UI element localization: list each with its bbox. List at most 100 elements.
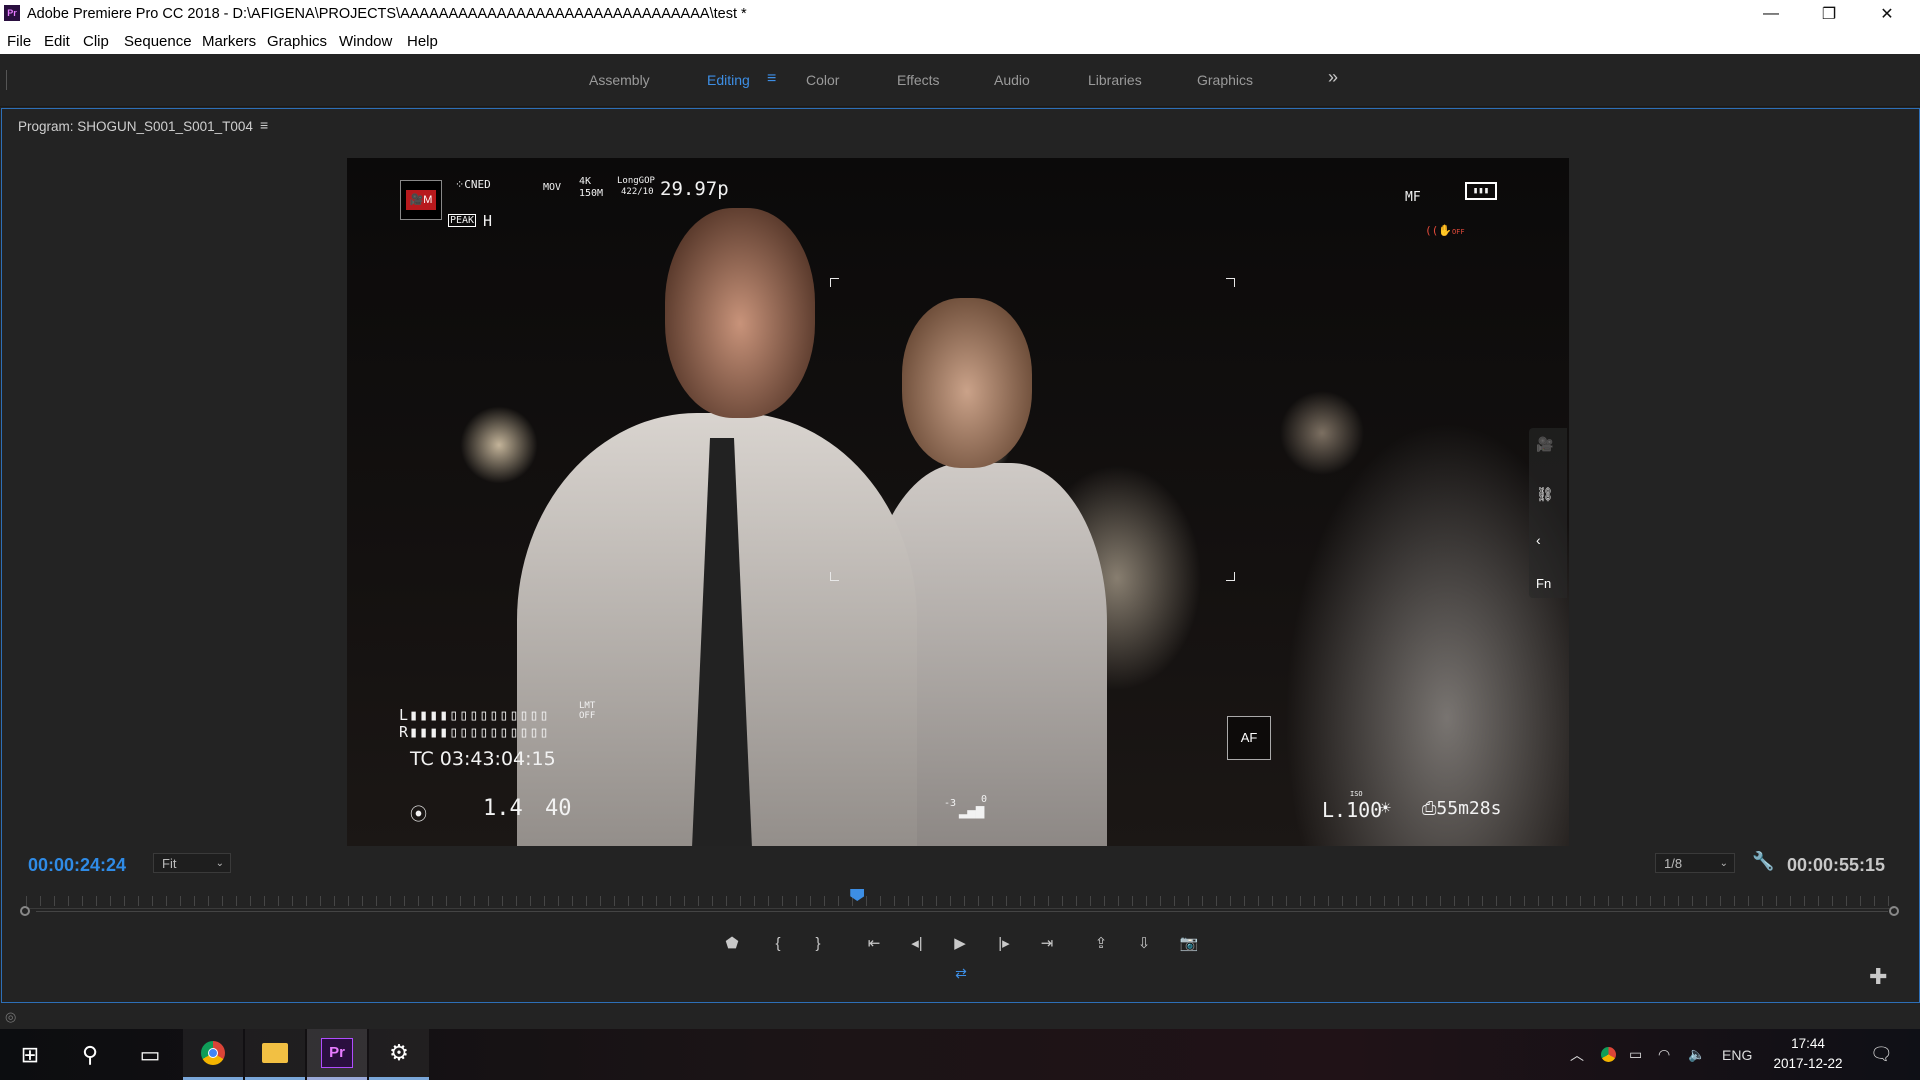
scrollbar-handle-right[interactable] — [1889, 906, 1899, 916]
peak-level: H — [483, 212, 493, 230]
status-icon[interactable]: ◎ — [5, 1009, 16, 1025]
white-balance-icon: ☀ — [1380, 798, 1391, 819]
go-to-out-icon: ⇥ — [1040, 935, 1054, 952]
step-forward-button[interactable]: |▸ — [989, 932, 1019, 956]
osd-timecode: TC 03:43:04:15 — [410, 748, 556, 770]
mark-in-icon: { — [775, 935, 781, 952]
status-bar: ◎ — [0, 1003, 1920, 1029]
workspace-tab-libraries[interactable]: Libraries — [1088, 72, 1142, 88]
premiere-taskbar-icon[interactable]: Pr — [307, 1029, 367, 1080]
wifi-icon[interactable]: ◠ — [1658, 1029, 1670, 1080]
menu-window[interactable]: Window — [339, 33, 392, 50]
resolution-dropdown[interactable]: 1/8 ⌄ — [1655, 853, 1735, 873]
focus-mode: MF — [1405, 190, 1421, 205]
restore-button[interactable]: ❐ — [1800, 0, 1858, 28]
framerate: 29.97p — [660, 178, 729, 200]
menu-bar: File Edit Clip Sequence Markers Graphics… — [0, 28, 1920, 55]
wrench-icon[interactable]: 🔧 — [1752, 851, 1774, 872]
title-bar: Pr Adobe Premiere Pro CC 2018 - D:\AFIGE… — [0, 0, 1920, 28]
button-editor-plus-icon[interactable]: ✚ — [1869, 964, 1887, 990]
chevron-down-icon: ⌄ — [1719, 858, 1728, 869]
remaining-time-value: 55m28s — [1436, 798, 1502, 819]
menu-clip[interactable]: Clip — [83, 33, 109, 50]
remaining-time: ⎙55m28s — [1422, 798, 1502, 819]
video-camera-icon[interactable]: 🎥 — [1536, 436, 1553, 453]
add-marker-button[interactable]: ⬟ — [717, 932, 747, 956]
focus-bracket-bottom-left — [830, 572, 839, 581]
hamburger-icon[interactable]: ≡ — [767, 70, 776, 88]
workspace-bar: Assembly Editing ≡ Color Effects Audio L… — [0, 54, 1920, 107]
marker-icon: ⬟ — [725, 935, 739, 952]
menu-markers[interactable]: Markers — [202, 33, 256, 50]
step-back-button[interactable]: ◂| — [902, 932, 932, 956]
scrollbar-handle-left[interactable] — [20, 906, 30, 916]
close-button[interactable]: ✕ — [1858, 0, 1916, 28]
settings-gear-icon[interactable]: ⚙ — [369, 1029, 429, 1080]
battery-tray-icon[interactable]: ▭ — [1629, 1029, 1642, 1080]
movie-camera-icon: 🎥M — [406, 190, 436, 210]
chevron-left-icon[interactable]: ‹ — [1536, 532, 1541, 548]
notifications-icon[interactable]: 🗨 — [1870, 1029, 1893, 1080]
mark-in-button[interactable]: { — [763, 932, 793, 956]
workspace-tab-color[interactable]: Color — [806, 72, 839, 88]
chevron-up-icon[interactable]: ︿ — [1570, 1029, 1584, 1080]
hamburger-icon[interactable]: ≡ — [260, 117, 268, 133]
current-timecode[interactable]: 00:00:24:24 — [28, 855, 126, 876]
mark-out-button[interactable]: } — [803, 932, 833, 956]
go-to-out-button[interactable]: ⇥ — [1032, 932, 1062, 956]
resolution-bottom: 150M — [579, 188, 604, 199]
menu-edit[interactable]: Edit — [44, 33, 70, 50]
workspace-tab-editing[interactable]: Editing — [707, 72, 750, 88]
chrome-tray-icon[interactable] — [1601, 1029, 1616, 1080]
loop-icon[interactable]: ⇄ — [951, 965, 971, 981]
camera-mode-icon: ⦿ — [410, 805, 427, 825]
menu-help[interactable]: Help — [407, 33, 438, 50]
menu-graphics[interactable]: Graphics — [267, 33, 327, 50]
go-to-in-icon: ⇤ — [867, 935, 881, 952]
workspace-tab-audio[interactable]: Audio — [994, 72, 1030, 88]
workspace-tab-effects[interactable]: Effects — [897, 72, 940, 88]
menu-sequence[interactable]: Sequence — [124, 33, 192, 50]
program-video-frame[interactable]: 🎥M ⁘CNED PEAK H MOV 4K 150M LongGOP 422/… — [347, 158, 1569, 846]
peak-label: PEAK — [448, 214, 477, 227]
extract-button[interactable]: ⇩ — [1129, 932, 1159, 956]
battery-icon: ▮▮▮ — [1465, 182, 1497, 200]
link-icon[interactable]: ⛓ — [1536, 486, 1554, 503]
zoom-dropdown[interactable]: Fit ⌄ — [153, 853, 231, 873]
workspace-tab-graphics[interactable]: Graphics — [1197, 72, 1253, 88]
workspace-tab-assembly[interactable]: Assembly — [589, 72, 650, 88]
menu-file[interactable]: File — [7, 33, 31, 50]
window-title: Adobe Premiere Pro CC 2018 - D:\AFIGENA\… — [27, 6, 747, 22]
lift-button[interactable]: ⇪ — [1086, 932, 1116, 956]
go-to-in-button[interactable]: ⇤ — [859, 932, 889, 956]
fn-button[interactable]: Fn — [1536, 576, 1551, 591]
lift-icon: ⇪ — [1094, 935, 1108, 952]
export-frame-button[interactable]: 📷 — [1174, 932, 1204, 956]
codec-top: LongGOP — [617, 176, 655, 186]
double-chevron-right-icon[interactable]: » — [1328, 67, 1338, 88]
video-subject — [902, 298, 1032, 468]
volume-icon[interactable]: 🔈 — [1688, 1029, 1705, 1080]
chrome-icon[interactable] — [183, 1029, 243, 1080]
focus-bracket-top-right — [1226, 278, 1235, 287]
panel-title[interactable]: Program: SHOGUN_S001_S001_T004 — [18, 119, 253, 134]
mark-out-icon: } — [815, 935, 821, 952]
video-subject — [665, 208, 815, 418]
step-forward-icon: |▸ — [998, 935, 1010, 952]
minimize-button[interactable]: — — [1742, 0, 1800, 28]
zoom-value: Fit — [162, 856, 177, 871]
search-icon[interactable]: ⚲ — [60, 1029, 120, 1080]
windows-start-icon[interactable]: ⊞ — [0, 1029, 60, 1080]
task-view-icon[interactable]: ▭ — [120, 1029, 180, 1080]
zoom-scrollbar[interactable] — [36, 911, 1888, 912]
format-label: MOV — [543, 182, 562, 193]
meter-r-label: R — [399, 723, 410, 741]
file-explorer-icon[interactable] — [245, 1029, 305, 1080]
af-button[interactable]: AF — [1227, 716, 1271, 760]
aperture-value: 1.4 — [483, 796, 523, 821]
play-button[interactable]: ▶ — [945, 932, 975, 956]
resolution-top: 4K — [579, 176, 592, 187]
audio-meter-left: L▮▮▮▮▯▯▯▯▯▯▯▯▯▯ — [399, 706, 550, 724]
clock[interactable]: 17:44 2017-12-22 — [1748, 1034, 1868, 1074]
premiere-pro-icon: Pr — [321, 1038, 353, 1068]
